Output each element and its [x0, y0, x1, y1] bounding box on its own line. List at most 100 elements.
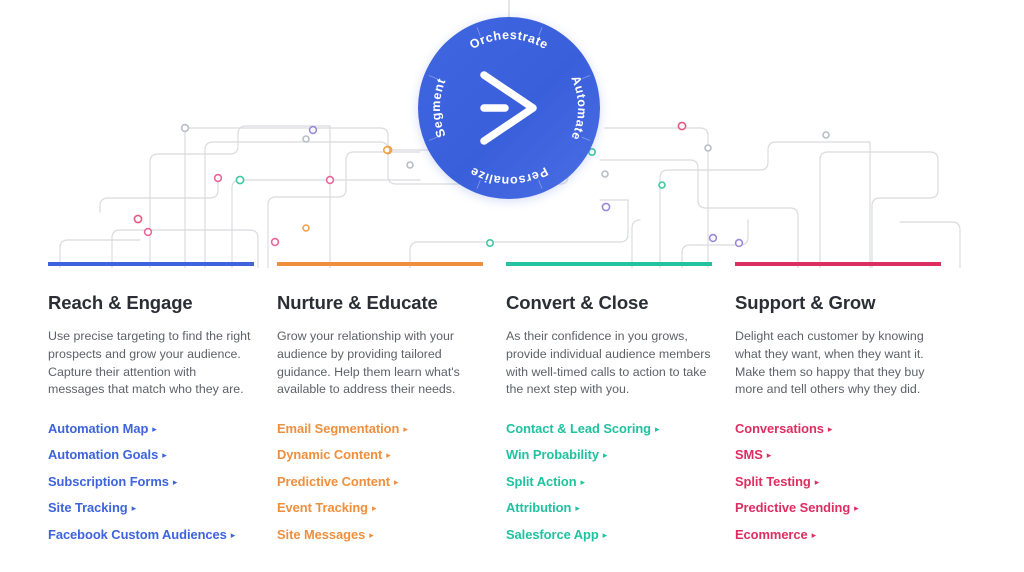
chevron-right-icon: ▸	[394, 476, 399, 487]
feature-link-list: Email Segmentation ▸ Dynamic Content ▸ Pre…	[277, 420, 483, 543]
list-item: Automation Map ▸	[48, 420, 254, 437]
list-item: Site Tracking ▸	[48, 499, 254, 516]
feature-link-label: Salesforce App	[506, 526, 599, 542]
list-item: Automation Goals ▸	[48, 446, 254, 463]
ring-word-segment: Segment	[429, 76, 449, 140]
list-item: Contact & Lead Scoring ▸	[506, 420, 712, 437]
feature-link-label: Automation Map	[48, 420, 149, 436]
brand-circle: Orchestrate Automate Personalize Segment	[418, 17, 600, 199]
feature-link[interactable]: Subscription Forms ▸	[48, 474, 177, 489]
accent-rule	[48, 262, 254, 266]
feature-link-label: Automation Goals	[48, 447, 159, 463]
feature-link[interactable]: Automation Goals ▸	[48, 447, 167, 462]
activecampaign-chevron-logo-icon	[480, 71, 537, 145]
column-description: Use precise targeting to find the right …	[48, 329, 251, 397]
hero-section: Orchestrate Automate Personalize Segment	[0, 0, 1024, 268]
feature-link-label: Subscription Forms	[48, 473, 169, 489]
feature-link-label: Site Messages	[277, 526, 366, 542]
feature-overview-page: Orchestrate Automate Personalize Segment	[0, 0, 1024, 572]
feature-link[interactable]: SMS ▸	[735, 447, 771, 462]
feature-link-label: Win Probability	[506, 447, 599, 463]
chevron-right-icon: ▸	[602, 450, 608, 461]
feature-link[interactable]: Automation Map ▸	[48, 421, 157, 436]
feature-link[interactable]: Ecommerce ▸	[735, 527, 816, 542]
feature-link[interactable]: Site Messages ▸	[277, 527, 374, 542]
chevron-right-icon: ▸	[602, 529, 608, 540]
feature-link-label: Facebook Custom Audiences	[48, 526, 227, 542]
feature-link-label: Split Action	[506, 473, 577, 489]
list-item: Site Messages ▸	[277, 526, 483, 543]
chevron-right-icon: ▸	[580, 476, 586, 487]
feature-link-label: SMS	[735, 447, 763, 463]
column-title: Support & Grow	[735, 292, 876, 313]
feature-column-reach-engage: Reach & Engage Use precise targeting to …	[48, 262, 254, 552]
accent-rule	[506, 262, 712, 266]
feature-link-label: Predictive Sending	[735, 500, 851, 516]
accent-rule	[277, 262, 483, 266]
column-description: Grow your relationship with your audienc…	[277, 329, 460, 397]
feature-link[interactable]: Predictive Content ▸	[277, 473, 399, 489]
list-item: Dynamic Content ▸	[277, 446, 483, 463]
chevron-right-icon: ▸	[152, 423, 157, 434]
feature-link-list: Contact & Lead Scoring ▸ Win Probability ▸…	[506, 420, 712, 543]
chevron-right-icon: ▸	[162, 450, 167, 461]
chevron-right-icon: ▸	[814, 476, 820, 487]
feature-link[interactable]: Contact & Lead Scoring ▸	[506, 421, 660, 436]
list-item: Facebook Custom Audiences ▸	[48, 526, 254, 543]
column-description: Delight each customer by knowing what th…	[735, 329, 925, 397]
chevron-right-icon: ▸	[854, 503, 859, 514]
feature-link[interactable]: Facebook Custom Audiences ▸	[48, 527, 235, 542]
list-item: Event Tracking ▸	[277, 499, 483, 516]
chevron-right-icon: ▸	[369, 529, 374, 540]
feature-link[interactable]: Predictive Sending ▸	[735, 500, 859, 515]
list-item: Predictive Sending ▸	[735, 499, 941, 516]
chevron-right-icon: ▸	[766, 450, 772, 461]
feature-link-label: Attribution	[506, 500, 572, 516]
list-item: Win Probability ▸	[506, 446, 712, 463]
chevron-right-icon: ▸	[827, 423, 833, 434]
feature-link-list: Conversations ▸ SMS ▸ Split Testing ▸ Predi…	[735, 420, 941, 543]
list-item: Subscription Forms ▸	[48, 473, 254, 490]
feature-link[interactable]: Conversations ▸	[735, 421, 832, 436]
list-item: Predictive Content ▸	[277, 473, 483, 490]
feature-column-nurture-educate: Nurture & Educate Grow your relationship…	[277, 262, 483, 552]
chevron-right-icon: ▸	[230, 529, 236, 540]
list-item: Email Segmentation ▸	[277, 420, 483, 437]
ring-word-orchestrate: Orchestrate	[467, 28, 550, 52]
feature-column-convert-close: Convert & Close As their confidence in y…	[506, 262, 712, 552]
feature-link[interactable]: Split Action ▸	[506, 474, 585, 489]
feature-link-label: Site Tracking	[48, 500, 128, 516]
feature-link[interactable]: Win Probability ▸	[506, 447, 607, 462]
chevron-right-icon: ▸	[386, 450, 391, 461]
list-item: Split Action ▸	[506, 473, 712, 490]
chevron-right-icon: ▸	[131, 503, 137, 514]
list-item: Split Testing ▸	[735, 473, 941, 490]
feature-link[interactable]: Email Segmentation ▸	[277, 421, 408, 436]
list-item: Attribution ▸	[506, 499, 712, 516]
feature-columns: Reach & Engage Use precise targeting to …	[0, 262, 1024, 572]
column-title: Reach & Engage	[48, 292, 193, 313]
feature-link-label: Dynamic Content	[277, 447, 383, 463]
accent-rule	[735, 262, 941, 266]
chevron-right-icon: ▸	[403, 423, 408, 434]
chevron-right-icon: ▸	[655, 423, 660, 434]
column-title: Convert & Close	[506, 292, 649, 313]
list-item: SMS ▸	[735, 446, 941, 463]
feature-link[interactable]: Dynamic Content ▸	[277, 447, 391, 462]
feature-link-label: Conversations	[735, 420, 824, 436]
feature-link-label: Ecommerce	[735, 526, 808, 542]
chevron-right-icon: ▸	[172, 476, 178, 487]
feature-link[interactable]: Site Tracking ▸	[48, 500, 136, 515]
chevron-right-icon: ▸	[811, 529, 817, 540]
column-title: Nurture & Educate	[277, 292, 438, 313]
feature-link-label: Event Tracking	[277, 500, 369, 516]
column-description: As their confidence in you grows, provid…	[506, 329, 711, 397]
feature-link[interactable]: Split Testing ▸	[735, 474, 819, 489]
list-item: Conversations ▸	[735, 420, 941, 437]
feature-link-label: Predictive Content	[277, 473, 390, 489]
ring-word-personalize: Personalize	[468, 164, 551, 188]
feature-link[interactable]: Event Tracking ▸	[277, 500, 377, 516]
feature-link[interactable]: Salesforce App ▸	[506, 527, 607, 542]
feature-column-support-grow: Support & Grow Delight each customer by …	[735, 262, 941, 552]
feature-link[interactable]: Attribution ▸	[506, 500, 580, 515]
